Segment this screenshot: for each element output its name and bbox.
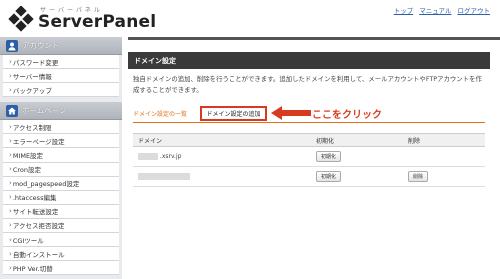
column-header-delete: 削除 [403, 133, 485, 147]
manual-link[interactable]: マニュアル [419, 5, 451, 15]
callout-text: ここをクリック [312, 110, 382, 121]
sidebar-item-cgi[interactable]: CGIツール [3, 233, 119, 248]
user-icon [6, 39, 18, 52]
delete-cell: 削除 [403, 166, 485, 187]
header: サーバーパネル ServerPanel トップ マニュアル ログアウト [0, 0, 500, 37]
table-row: .xsrv.jp 初期化 [133, 146, 485, 167]
table-row: 初期化 削除 [133, 166, 485, 187]
init-button[interactable]: 初期化 [316, 151, 342, 162]
sidebar-heading-account: アカウント [0, 37, 122, 55]
redacted-text [138, 173, 190, 180]
page-title: ドメイン設定 [128, 52, 490, 69]
main-content: ドメイン設定 独自ドメインの追加、削除を行うことができます。追加したドメインを利… [128, 37, 500, 279]
sidebar: アカウント パスワード変更 サーバー情報 バックアップ ホームページ アクセス制… [0, 37, 122, 279]
top-links: トップ マニュアル ログアウト [394, 5, 490, 15]
home-icon [6, 104, 18, 117]
sidebar-item-pagespeed[interactable]: mod_pagespeed設定 [3, 176, 119, 191]
sidebar-item-server-info[interactable]: サーバー情報 [3, 69, 119, 84]
sidebar-heading-label: アカウント [22, 41, 60, 50]
logo-name: ServerPanel [38, 11, 157, 32]
init-cell: 初期化 [311, 166, 403, 187]
redacted-text [138, 153, 158, 160]
page-description: 独自ドメインの追加、削除を行うことができます。追加したドメインを利用して、メール… [133, 75, 482, 94]
sidebar-item-mime[interactable]: MIME設定 [3, 148, 119, 163]
tab-domain-add[interactable]: ドメイン設定の追加 [200, 106, 267, 121]
sidebar-heading-label: ホームページ [22, 106, 67, 116]
sidebar-item-htaccess[interactable]: .htaccess編集 [3, 190, 119, 205]
logo[interactable]: サーバーパネル ServerPanel [8, 6, 156, 32]
sidebar-item-access-deny[interactable]: アクセス拒否設定 [3, 218, 119, 234]
init-cell: 初期化 [311, 146, 403, 167]
domain-cell: .xsrv.jp [133, 146, 311, 167]
tab-domain-list[interactable]: ドメイン設定の一覧 [133, 109, 187, 118]
domain-name: .xsrv.jp [159, 153, 182, 160]
column-header-init: 初期化 [311, 133, 403, 147]
sidebar-heading-homepage: ホームページ [0, 102, 122, 121]
sidebar-item-php-version[interactable]: PHP Ver.切替 [3, 261, 119, 276]
delete-cell [403, 146, 485, 167]
table-header-row: ドメイン 初期化 削除 [133, 133, 485, 147]
logout-link[interactable]: ログアウト [458, 5, 491, 15]
arrow-left-icon [271, 105, 311, 124]
sidebar-item-backup[interactable]: バックアップ [3, 83, 119, 98]
top-link[interactable]: トップ [394, 5, 414, 15]
domain-cell [133, 166, 311, 187]
sidebar-item-error-page[interactable]: エラーページ設定 [3, 134, 119, 149]
sidebar-item-site-transfer[interactable]: サイト転送設定 [3, 204, 119, 219]
sidebar-item-password[interactable]: パスワード変更 [3, 55, 119, 70]
delete-button[interactable]: 削除 [408, 171, 429, 182]
init-button[interactable]: 初期化 [316, 171, 342, 182]
sidebar-item-access-limit[interactable]: アクセス制限 [3, 120, 119, 135]
sidebar-item-cron[interactable]: Cron設定 [3, 162, 119, 177]
sidebar-item-auto-install[interactable]: 自動インストール [3, 247, 119, 262]
domain-table: ドメイン 初期化 削除 .xsrv.jp 初期化 初期化 削除 [133, 133, 485, 187]
column-header-domain: ドメイン [133, 133, 311, 147]
logo-diamond-icon [8, 6, 34, 32]
